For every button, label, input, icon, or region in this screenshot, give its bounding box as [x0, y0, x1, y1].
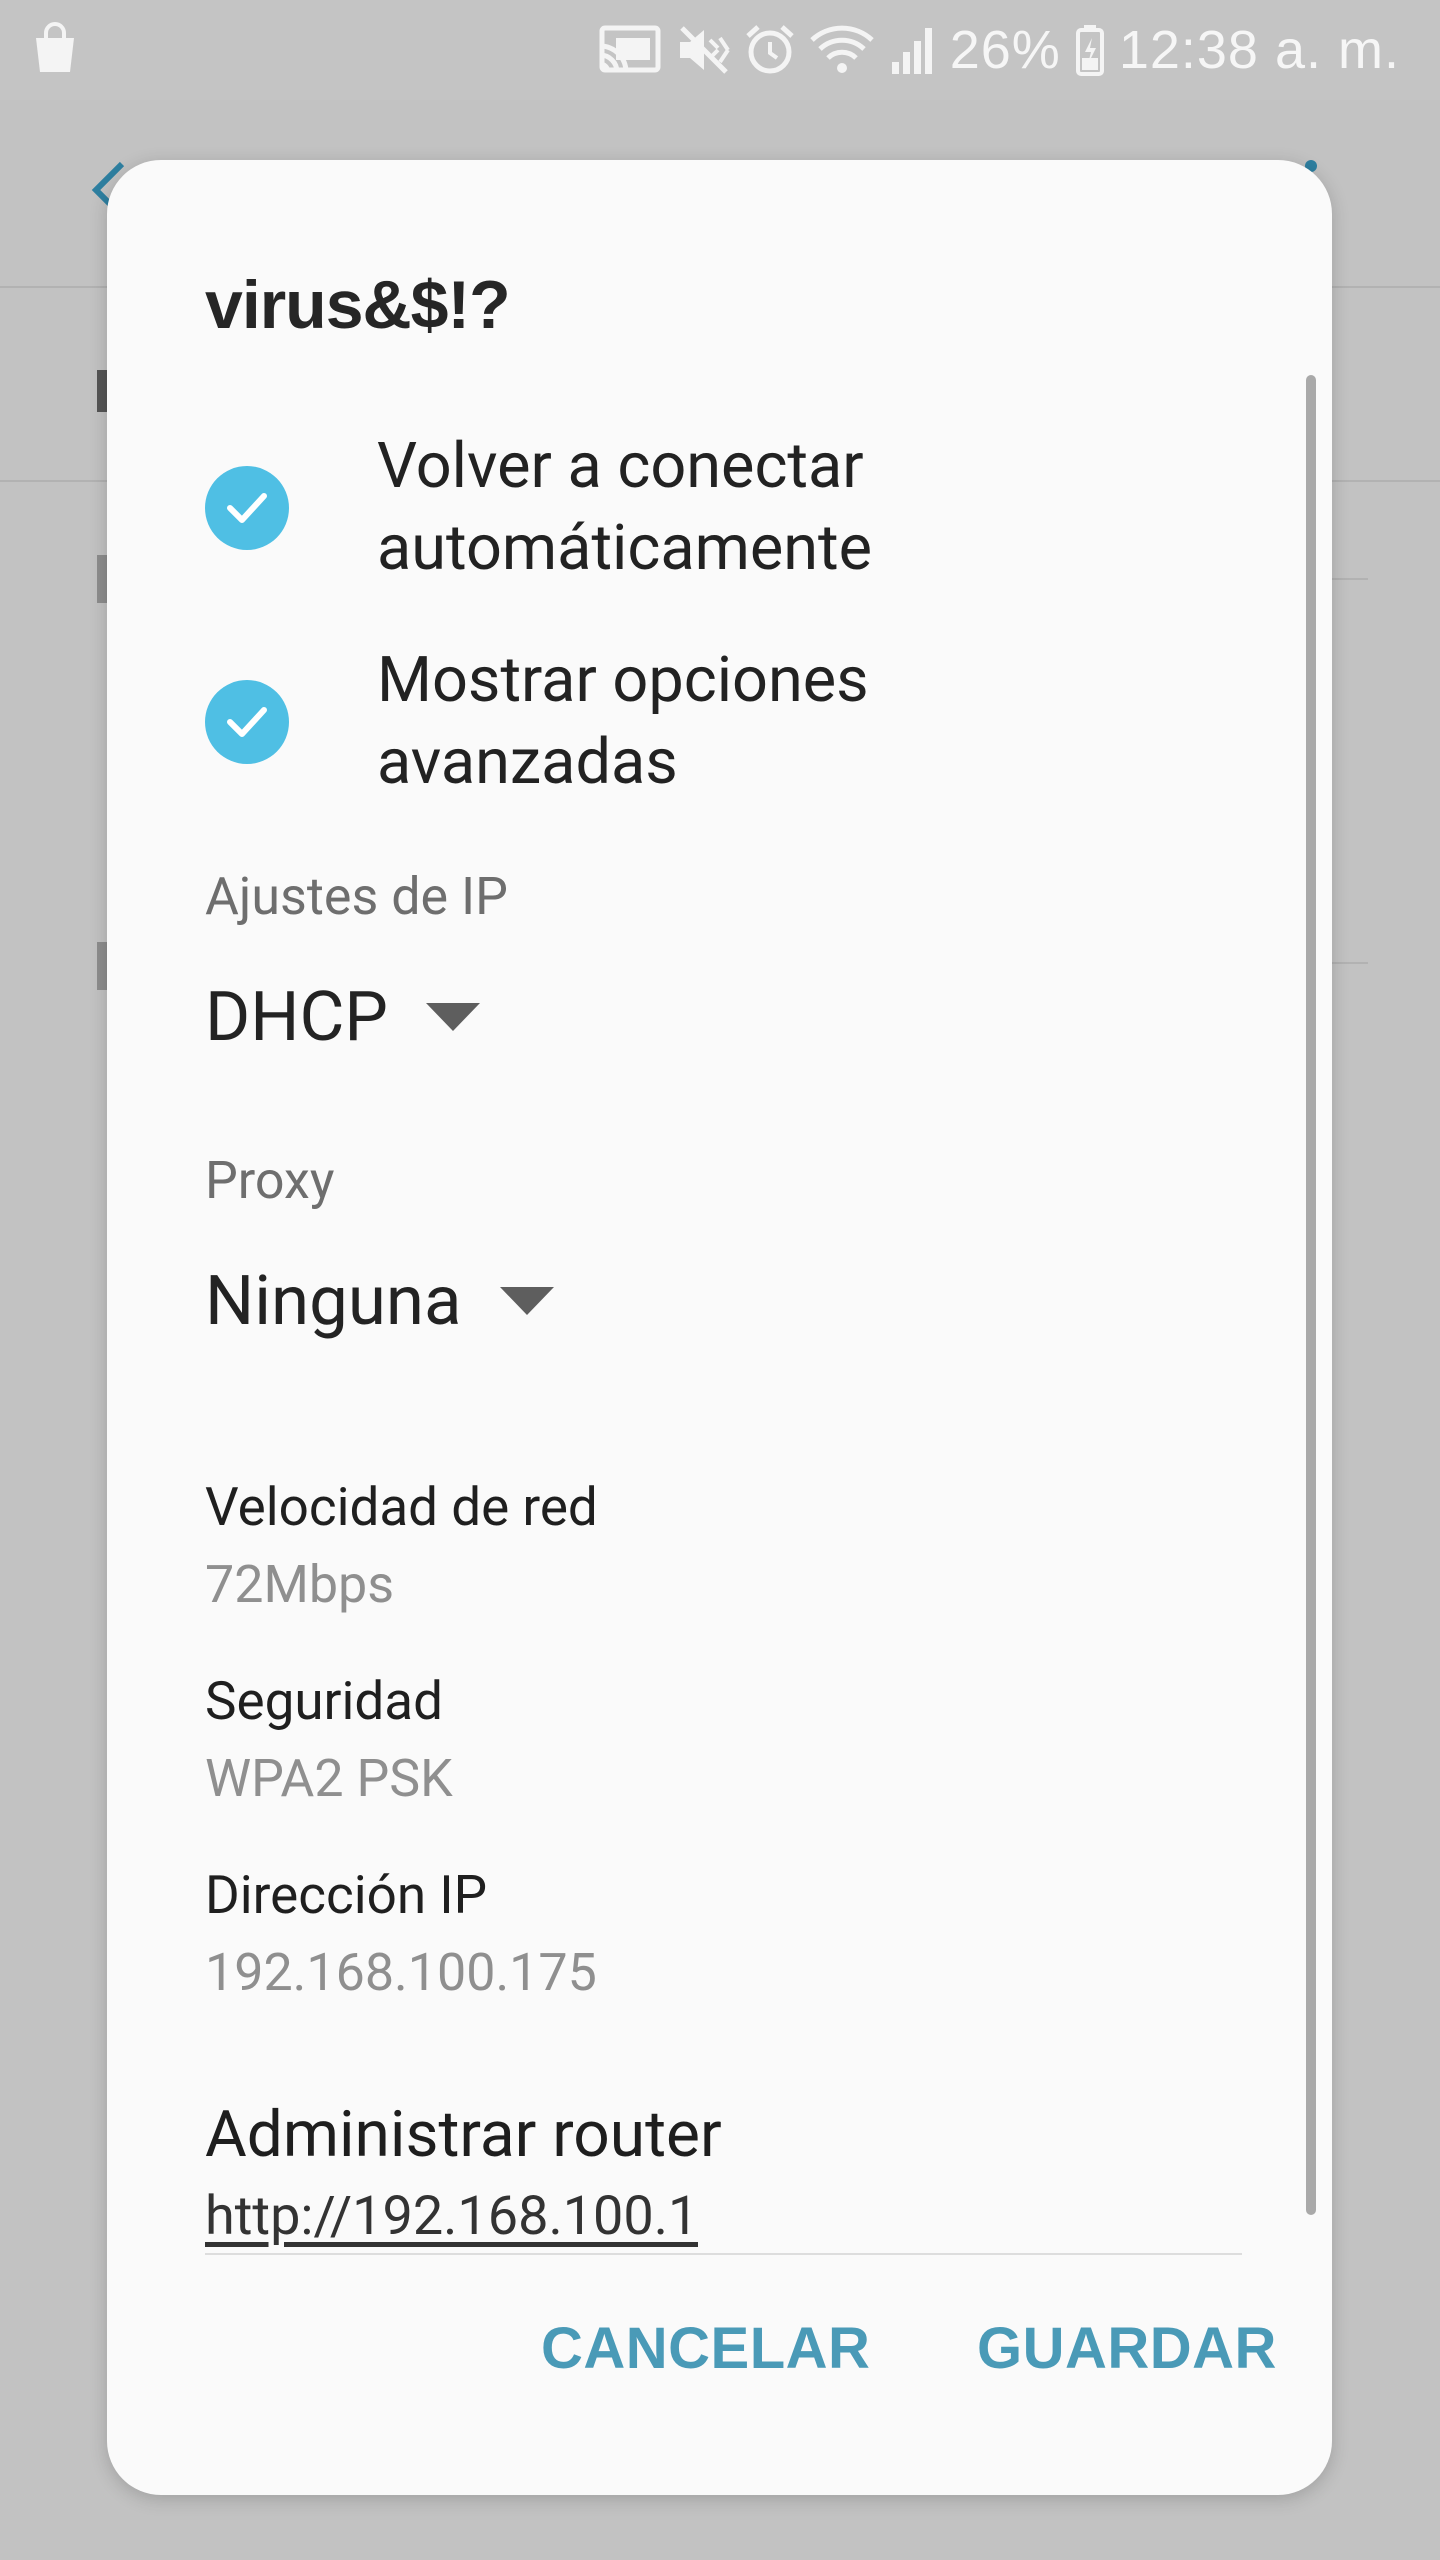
- auto-reconnect-option[interactable]: Volver a conectar automáticamente: [205, 426, 872, 590]
- security-value: WPA2 PSK: [205, 1748, 453, 1809]
- button-divider: [205, 2253, 1242, 2255]
- label-line: Mostrar opciones: [377, 644, 869, 717]
- ip-settings-dropdown[interactable]: DHCP: [205, 976, 480, 1057]
- dialog-title: virus&$!?: [205, 267, 511, 343]
- label-line: Volver a conectar: [377, 430, 864, 503]
- advanced-options-checkbox[interactable]: [205, 680, 289, 764]
- label-line: avanzadas: [377, 726, 678, 799]
- cast-icon: [599, 25, 661, 73]
- wifi-icon: [810, 25, 874, 73]
- clock: 12:38 a. m.: [1118, 20, 1400, 80]
- ip-address-label: Dirección IP: [205, 1864, 488, 1926]
- bg-text-fragment: [97, 370, 107, 412]
- advanced-options-label: Mostrar opciones avanzadas: [377, 640, 869, 804]
- battery-icon: [1075, 25, 1104, 76]
- router-link[interactable]: http://192.168.100.1: [205, 2185, 698, 2251]
- network-speed-value: 72Mbps: [205, 1554, 395, 1615]
- proxy-label: Proxy: [205, 1150, 335, 1211]
- battery-percent: 26%: [949, 20, 1061, 80]
- status-bar: 26% 12:38 a. m.: [0, 0, 1440, 100]
- cancel-button[interactable]: CANCELAR: [541, 2315, 870, 2382]
- proxy-dropdown[interactable]: Ninguna: [205, 1260, 554, 1341]
- bg-divider: [1330, 962, 1368, 964]
- manage-router-title: Administrar router: [205, 2097, 722, 2172]
- network-speed-label: Velocidad de red: [205, 1476, 598, 1538]
- proxy-value: Ninguna: [205, 1260, 462, 1341]
- bg-text-fragment: [97, 942, 107, 990]
- ip-settings-label: Ajustes de IP: [205, 866, 508, 927]
- advanced-options-option[interactable]: Mostrar opciones avanzadas: [205, 640, 869, 804]
- label-line: automáticamente: [377, 512, 873, 585]
- checkmark-icon: [227, 707, 267, 737]
- checkmark-icon: [227, 493, 267, 523]
- auto-reconnect-checkbox[interactable]: [205, 466, 289, 550]
- ip-settings-value: DHCP: [205, 976, 388, 1057]
- auto-reconnect-label: Volver a conectar automáticamente: [377, 426, 872, 590]
- scrollbar[interactable]: [1306, 375, 1316, 2215]
- dropdown-arrow-icon: [499, 1286, 554, 1315]
- signal-icon: [891, 28, 932, 74]
- alarm-icon: [746, 25, 794, 74]
- bg-text-fragment: [97, 555, 107, 603]
- dropdown-arrow-icon: [425, 1002, 480, 1031]
- security-label: Seguridad: [205, 1670, 444, 1732]
- wifi-network-dialog: virus&$!? Volver a conectar automáticame…: [107, 160, 1332, 2495]
- shopping-bag-icon: [36, 22, 74, 72]
- save-button[interactable]: GUARDAR: [977, 2315, 1277, 2382]
- mute-icon: [679, 26, 730, 74]
- ip-address-value: 192.168.100.175: [205, 1942, 597, 2003]
- bg-divider: [1330, 578, 1368, 580]
